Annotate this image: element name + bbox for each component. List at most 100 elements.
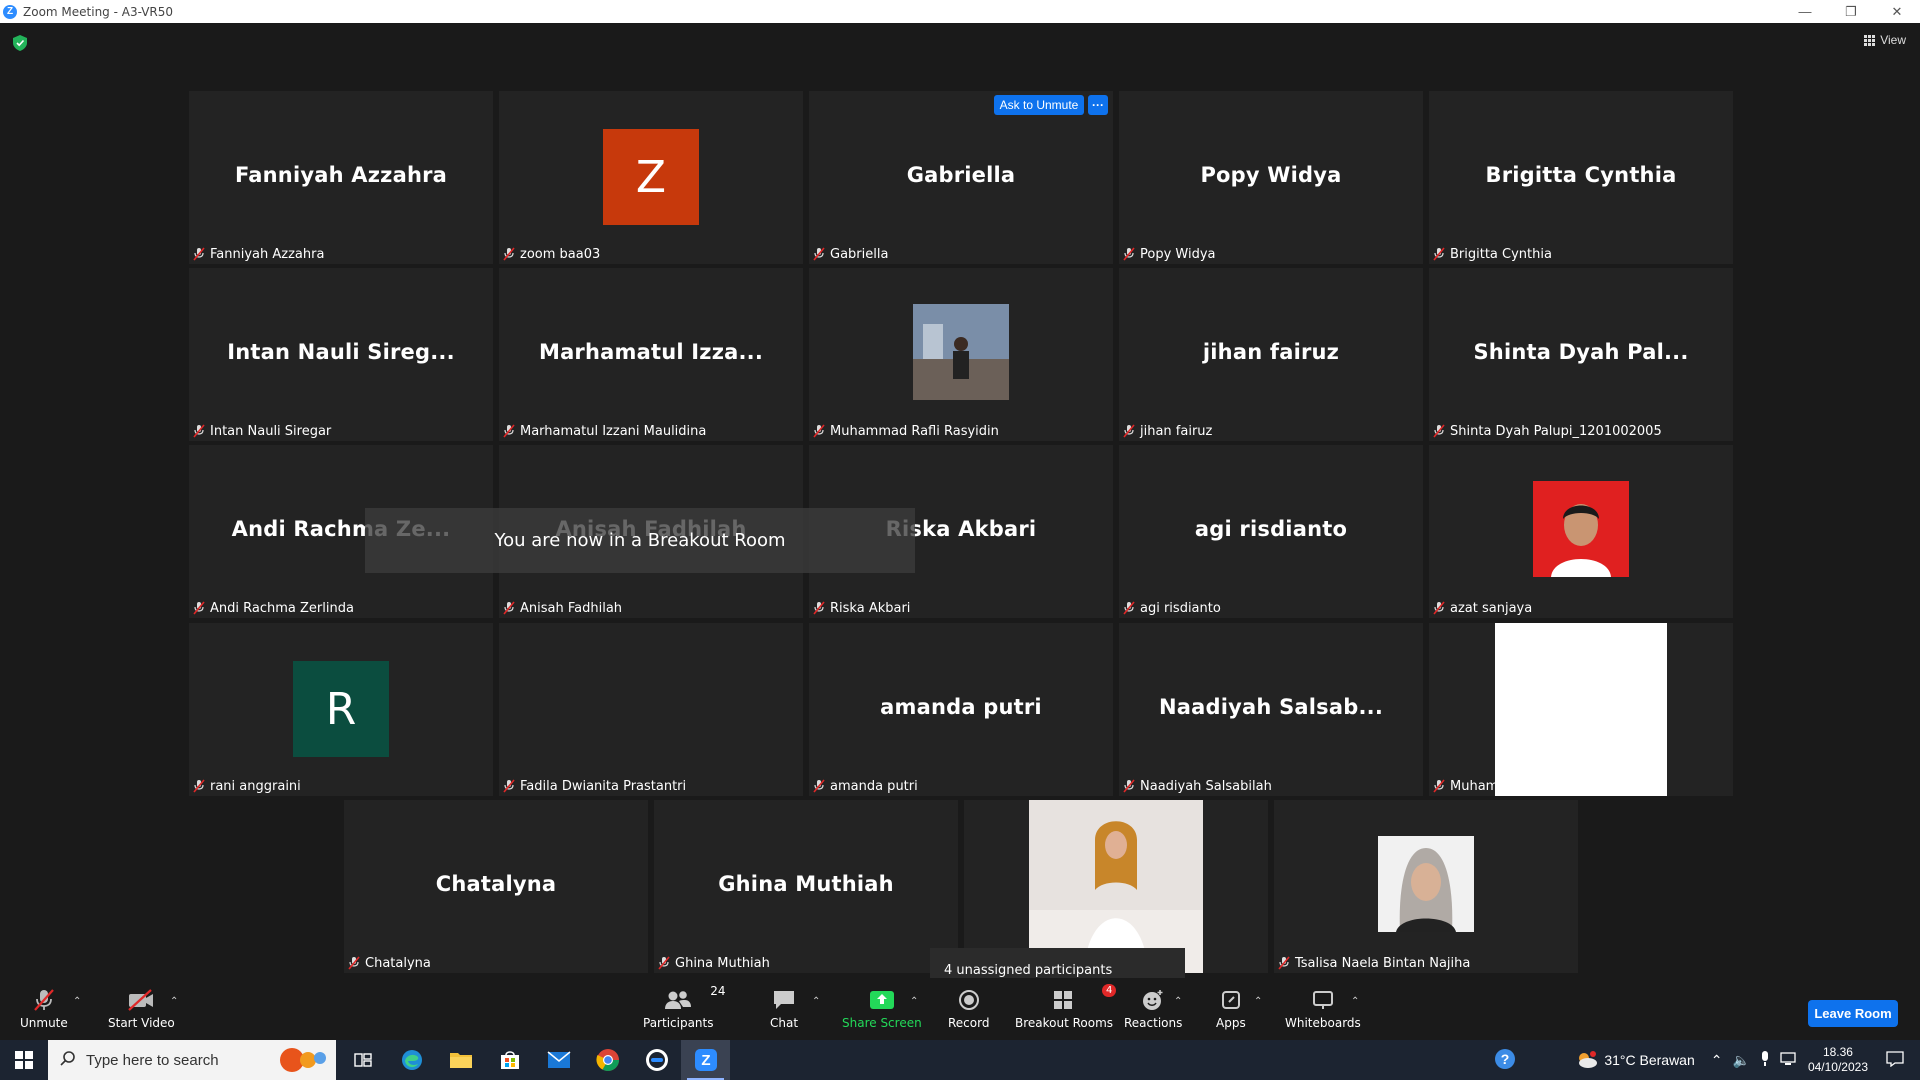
muted-mic-icon: [1122, 779, 1140, 793]
encryption-shield-icon[interactable]: [13, 35, 27, 51]
reactions-icon: [1143, 990, 1163, 1010]
participant-tile[interactable]: Naadiyah Salsab... Naadiyah Salsabilah: [1119, 623, 1423, 796]
participant-label-text: zoom baa03: [520, 246, 601, 262]
participant-display-name: jihan fairuz: [1202, 340, 1340, 364]
start-button[interactable]: [0, 1040, 48, 1080]
participants-button[interactable]: 24 Participants: [643, 984, 726, 1030]
share-screen-button[interactable]: Share Screen: [842, 988, 922, 1030]
participant-label-text: Fanniyah Azzahra: [210, 246, 325, 262]
record-icon: [958, 990, 979, 1010]
participant-name-label: Naadiyah Salsabilah: [1122, 777, 1276, 795]
speaker-icon[interactable]: 🔈: [1733, 1052, 1750, 1069]
breakout-rooms-icon: [1054, 991, 1073, 1009]
whiteboards-label: Whiteboards: [1285, 1016, 1361, 1030]
record-button[interactable]: Record: [948, 988, 989, 1030]
participant-tile[interactable]: Shinta Dyah Pal... Shinta Dyah Palupi_120…: [1429, 268, 1733, 441]
share-options-caret[interactable]: ⌃: [910, 996, 918, 1007]
participant-tile[interactable]: agi risdianto agi risdianto: [1119, 445, 1423, 618]
participant-name-label: Gabriella: [812, 245, 892, 263]
muted-mic-icon: [192, 601, 210, 615]
participant-label-text: Riska Akbari: [830, 600, 911, 616]
view-label: View: [1880, 33, 1906, 47]
muted-mic-icon: [192, 247, 210, 261]
participant-tile[interactable]: Intan Nauli Sireg... Intan Nauli Siregar: [189, 268, 493, 441]
ask-to-unmute-button[interactable]: Ask to Unmute: [994, 95, 1084, 115]
reactions-button[interactable]: Reactions: [1124, 988, 1182, 1030]
search-icon: [60, 1050, 76, 1070]
app-button[interactable]: [632, 1040, 681, 1080]
participant-label-text: Muhammad Rafli Rasyidin: [830, 423, 999, 439]
participant-tile[interactable]: Popy Widya Popy Widya: [1119, 91, 1423, 264]
mail-button[interactable]: [534, 1040, 583, 1080]
participant-tile[interactable]: Gabriella Gabriella: [809, 91, 1113, 264]
chrome-icon: [595, 1049, 619, 1071]
participant-tile[interactable]: Chatalyna Chatalyna: [344, 800, 648, 973]
microphone-icon[interactable]: [1760, 1050, 1770, 1070]
taskbar-clock[interactable]: 18.36 04/10/2023: [1808, 1045, 1868, 1075]
chat-options-caret[interactable]: ⌃: [812, 996, 820, 1007]
participant-display-name: Naadiyah Salsab...: [1159, 695, 1383, 719]
muted-mic-icon: [502, 424, 520, 438]
participant-tile[interactable]: Fadila Dwianita Prastantri: [499, 623, 803, 796]
notifications-icon[interactable]: [1886, 1050, 1904, 1070]
reactions-options-caret[interactable]: ⌃: [1174, 996, 1182, 1007]
participant-label-text: rani anggraini: [210, 778, 301, 794]
whiteboards-options-caret[interactable]: ⌃: [1351, 996, 1359, 1007]
participant-tile[interactable]: Brigitta Cynthia Brigitta Cynthia: [1429, 91, 1733, 264]
participant-tile[interactable]: Fanniyah Azzahra Fanniyah Azzahra: [189, 91, 493, 264]
leave-room-button[interactable]: Leave Room: [1808, 1000, 1898, 1027]
participant-tile[interactable]: Tsalisa Naela Bintan Najiha: [1274, 800, 1578, 973]
apps-icon: [1221, 991, 1240, 1009]
view-button[interactable]: View: [1864, 33, 1906, 47]
store-button[interactable]: [485, 1040, 534, 1080]
participant-label-text: agi risdianto: [1140, 600, 1221, 616]
breakout-rooms-button[interactable]: 4 Breakout Rooms: [1015, 984, 1117, 1030]
weather-widget[interactable]: 31°C Berawan: [1576, 1050, 1695, 1070]
participant-name-label: Ghina Muthiah: [657, 954, 774, 972]
show-hidden-icons-icon[interactable]: ⌃: [1711, 1052, 1723, 1069]
muted-mic-icon: [192, 424, 210, 438]
muted-mic-icon: [1432, 424, 1450, 438]
participant-tile[interactable]: Muhammad Raehan: [1429, 623, 1733, 796]
participant-name-label: Anisah Fadhilah: [502, 599, 626, 617]
apps-label: Apps: [1216, 1016, 1246, 1030]
network-icon[interactable]: [1780, 1051, 1798, 1069]
more-options-button[interactable]: ···: [1088, 95, 1108, 115]
participant-tile[interactable]: azat sanjaya: [1429, 445, 1733, 618]
participant-name-label: Popy Widya: [1122, 245, 1220, 263]
minimize-button[interactable]: —: [1782, 0, 1828, 23]
participant-tile[interactable]: Rrani anggraini: [189, 623, 493, 796]
participant-tile[interactable]: Zzoom baa03: [499, 91, 803, 264]
muted-mic-icon: [502, 601, 520, 615]
apps-options-caret[interactable]: ⌃: [1254, 996, 1262, 1007]
video-options-caret[interactable]: ⌃: [170, 996, 178, 1007]
participant-label-text: Ghina Muthiah: [675, 955, 770, 971]
chat-button[interactable]: Chat: [770, 988, 798, 1030]
chrome-button[interactable]: [583, 1040, 632, 1080]
participant-tile[interactable]: amanda putri amanda putri: [809, 623, 1113, 796]
task-view-button[interactable]: [338, 1040, 387, 1080]
close-window-button[interactable]: ✕: [1874, 0, 1920, 23]
participant-tile[interactable]: Marhamatul Izza... Marhamatul Izzani Maul…: [499, 268, 803, 441]
restore-button[interactable]: ❐: [1828, 0, 1874, 23]
participant-display-name: amanda putri: [880, 695, 1042, 719]
participant-tile[interactable]: jihan fairuz jihan fairuz: [1119, 268, 1423, 441]
participant-display-name: Popy Widya: [1200, 163, 1342, 187]
svg-text:?: ?: [1501, 1051, 1510, 1067]
unmute-button[interactable]: Unmute: [20, 988, 68, 1030]
zoom-logo-icon: Z: [3, 4, 17, 19]
participant-avatar: R: [293, 661, 389, 757]
participant-tile[interactable]: Muhammad Rafli Rasyidin: [809, 268, 1113, 441]
participant-tile[interactable]: Ghina Muthiah Ghina Muthiah: [654, 800, 958, 973]
file-explorer-button[interactable]: [436, 1040, 485, 1080]
breakout-rooms-label: Breakout Rooms: [1015, 1016, 1114, 1030]
audio-options-caret[interactable]: ⌃: [73, 996, 81, 1007]
zoom-taskbar-button[interactable]: Z: [681, 1040, 730, 1080]
help-icon[interactable]: ?: [1494, 1048, 1516, 1073]
edge-browser-button[interactable]: [387, 1040, 436, 1080]
start-video-button[interactable]: Start Video: [108, 988, 175, 1030]
whiteboards-button[interactable]: Whiteboards: [1285, 988, 1361, 1030]
apps-button[interactable]: Apps: [1216, 988, 1246, 1030]
muted-mic-icon: [502, 779, 520, 793]
taskbar-search-box[interactable]: Type here to search: [48, 1040, 336, 1080]
